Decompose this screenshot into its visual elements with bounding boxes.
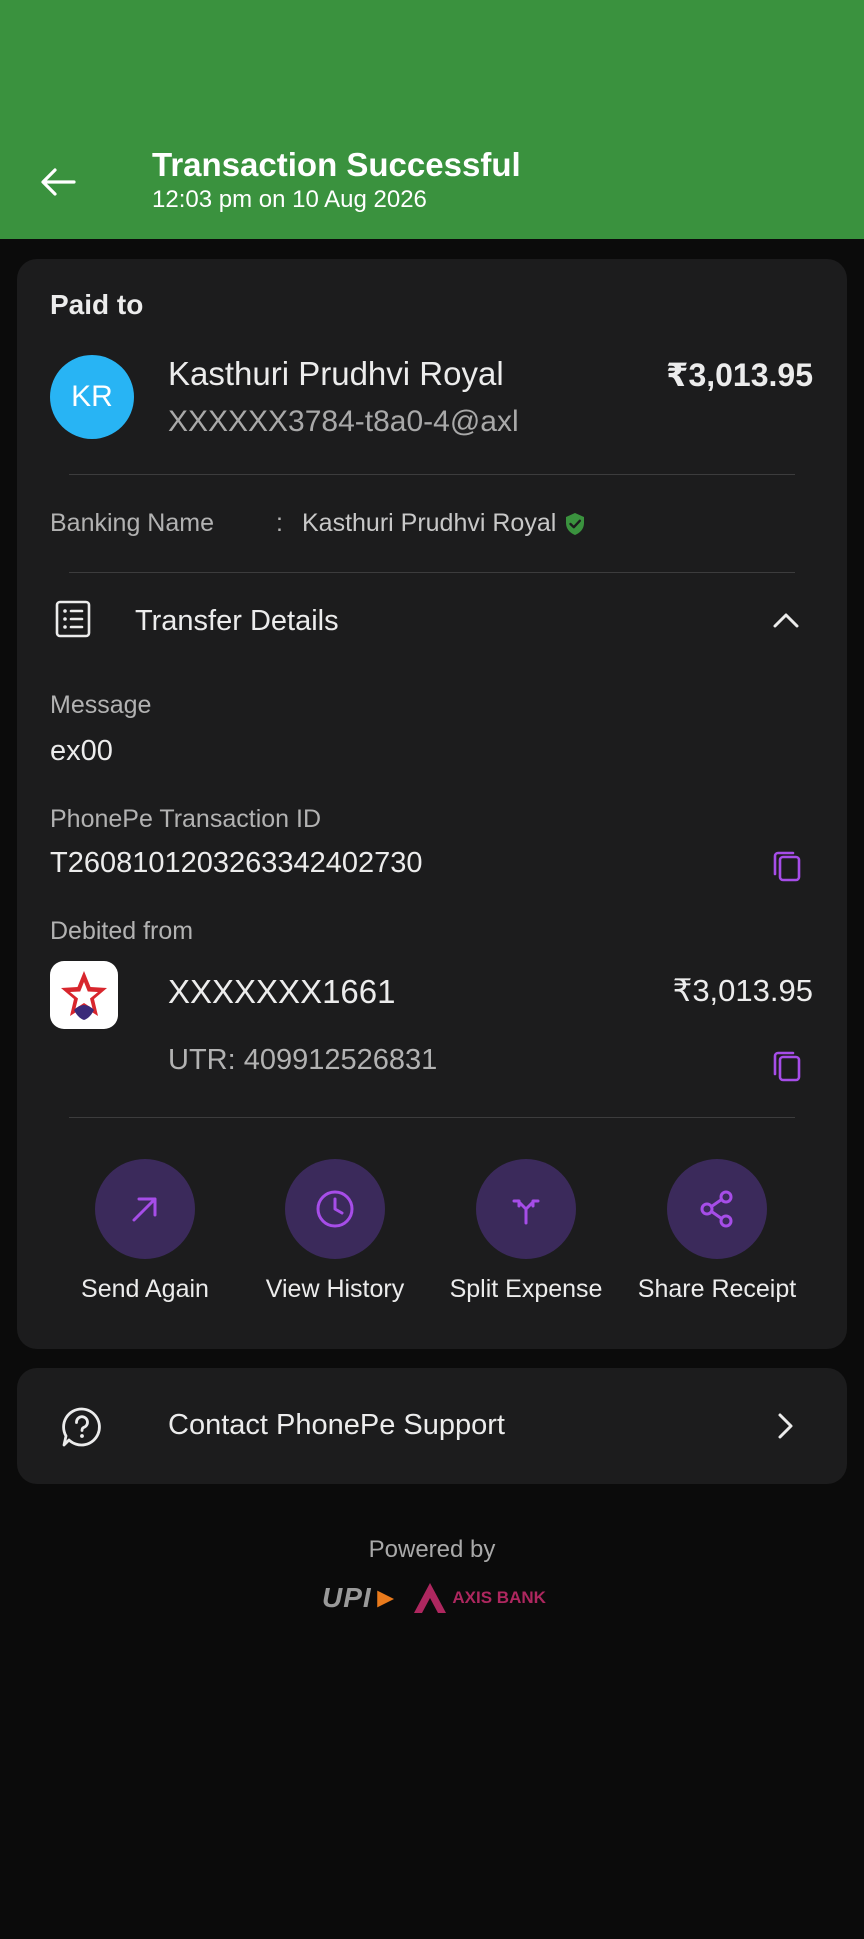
- powered-by-label: Powered by: [368, 1536, 496, 1563]
- payee-name: Kasthuri Prudhvi Royal: [168, 355, 504, 392]
- partner-logos: UPI► AXIS BANK: [322, 1580, 546, 1616]
- message-label: Message: [50, 691, 152, 719]
- debited-from-label: Debited from: [50, 917, 194, 945]
- bank-star-logo-icon: [61, 971, 107, 1020]
- debited-amount: ₹3,013.95: [672, 973, 813, 1008]
- transaction-card: Paid to KR Kasthuri Prudhvi Royal XXXXXX…: [17, 259, 847, 1349]
- split-expense-label: Split Expense: [449, 1275, 603, 1303]
- upi-logo-text: UPI: [322, 1582, 372, 1613]
- transaction-timestamp: 12:03 pm on 10 Aug 2026: [152, 186, 427, 213]
- contact-support-label: Contact PhonePe Support: [168, 1409, 505, 1441]
- transaction-id-value: T2608101203263342402730: [50, 847, 423, 879]
- share-receipt-icon-circle: [667, 1159, 767, 1259]
- back-button[interactable]: [34, 158, 82, 206]
- banking-name-value-group: Kasthuri Prudhvi Royal: [302, 509, 586, 538]
- axis-bank-logo: AXIS BANK: [412, 1582, 546, 1614]
- copy-transaction-id-icon[interactable]: [767, 846, 807, 886]
- send-again-label: Send Again: [81, 1275, 209, 1303]
- copy-utr-icon[interactable]: [767, 1046, 807, 1086]
- banking-name-value: Kasthuri Prudhvi Royal: [302, 509, 557, 537]
- transaction-id-label: PhonePe Transaction ID: [50, 805, 321, 833]
- avatar: KR: [50, 355, 134, 439]
- view-history-button[interactable]: View History: [242, 1159, 428, 1309]
- message-value: ex00: [50, 735, 113, 767]
- chevron-right-icon: [778, 1413, 793, 1439]
- page-title: Transaction Successful: [152, 146, 521, 183]
- back-arrow-icon: [41, 168, 76, 196]
- transfer-details-toggle[interactable]: Transfer Details: [17, 583, 847, 651]
- upi-logo: UPI►: [322, 1582, 400, 1614]
- divider: [69, 474, 795, 475]
- debited-account-number: XXXXXXX1661: [168, 973, 396, 1010]
- chevron-up-icon: [773, 613, 799, 628]
- upi-arrow-icon: ►: [371, 1582, 401, 1613]
- share-icon: [700, 1190, 733, 1228]
- paid-amount: ₹3,013.95: [666, 357, 813, 393]
- contact-support-button[interactable]: Contact PhonePe Support: [17, 1368, 847, 1484]
- divider: [69, 1117, 795, 1118]
- paid-to-label: Paid to: [50, 289, 144, 320]
- send-again-icon-circle: [95, 1159, 195, 1259]
- share-receipt-button[interactable]: Share Receipt: [624, 1159, 810, 1309]
- help-chat-icon: [62, 1407, 101, 1447]
- header-bar: Transaction Successful 12:03 pm on 10 Au…: [0, 0, 864, 239]
- verified-shield-icon: [566, 512, 585, 535]
- bank-logo: [50, 961, 118, 1029]
- split-icon: [512, 1199, 540, 1225]
- payee-upi-id: XXXXXX3784-t8a0-4@axl: [168, 405, 519, 438]
- divider: [69, 572, 795, 573]
- utr-number: UTR: 409912526831: [168, 1044, 438, 1076]
- share-receipt-label: Share Receipt: [637, 1275, 797, 1303]
- axis-bank-text: AXIS BANK: [452, 1588, 546, 1607]
- banking-name-label: Banking Name: [50, 509, 214, 537]
- split-expense-button[interactable]: Split Expense: [433, 1159, 619, 1309]
- banking-name-colon: :: [276, 509, 283, 537]
- axis-bank-icon: [414, 1583, 447, 1613]
- transfer-details-label: Transfer Details: [135, 605, 339, 637]
- clock-icon: [316, 1190, 354, 1228]
- split-expense-icon-circle: [476, 1159, 576, 1259]
- view-history-label: View History: [265, 1275, 405, 1303]
- view-history-icon-circle: [285, 1159, 385, 1259]
- receipt-list-icon: [55, 600, 91, 638]
- send-again-button[interactable]: Send Again: [52, 1159, 238, 1309]
- arrow-up-right-icon: [132, 1197, 157, 1222]
